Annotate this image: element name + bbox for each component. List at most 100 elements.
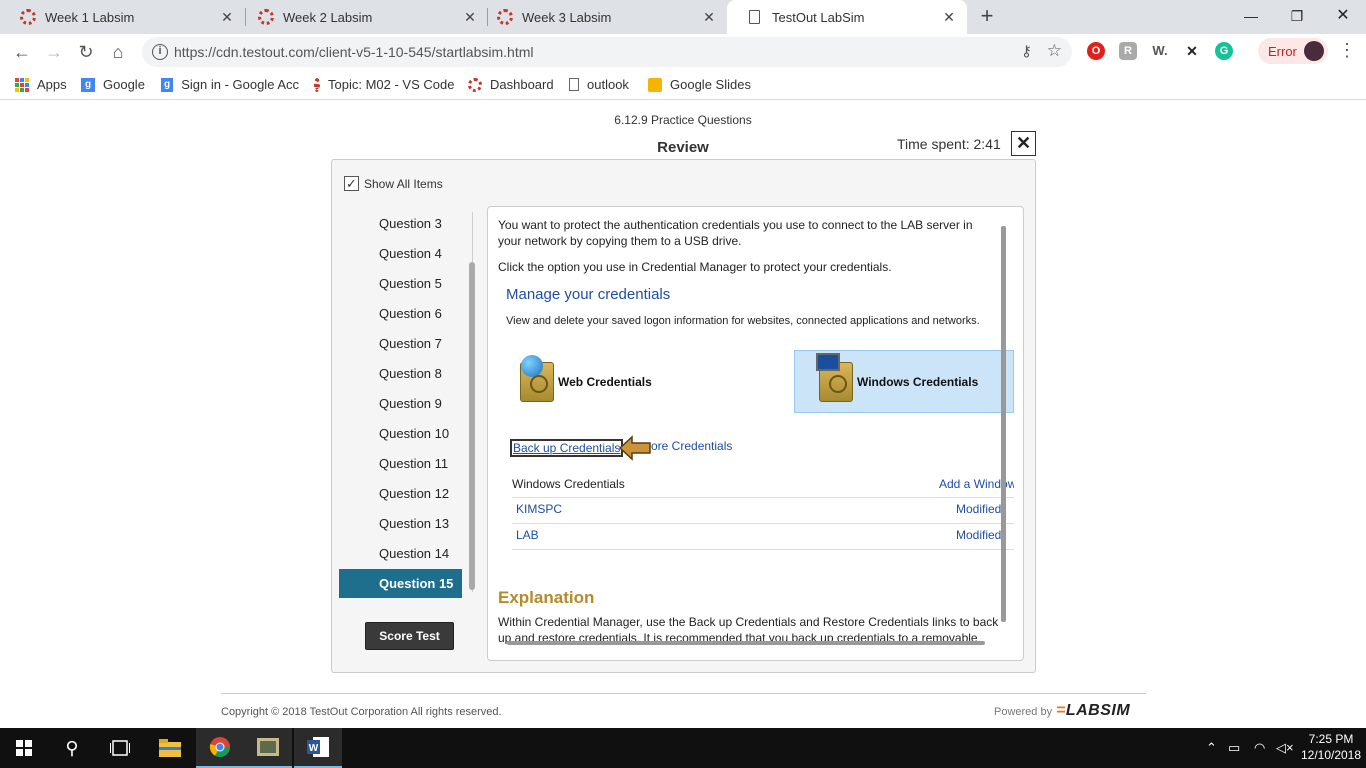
labsim-favicon-icon	[314, 77, 320, 92]
explanation-heading: Explanation	[498, 588, 595, 607]
svg-text:W: W	[309, 743, 319, 754]
address-bar[interactable]: i https://cdn.testout.com/client-v5-1-10…	[142, 37, 1072, 67]
close-tab-icon[interactable]: ✕	[219, 9, 235, 25]
chrome-taskbar-icon[interactable]	[196, 728, 244, 768]
extension-icon[interactable]: ✕	[1183, 42, 1201, 60]
question-item[interactable]: Question 14	[339, 539, 462, 569]
grammarly-extension-icon[interactable]: G	[1215, 42, 1233, 60]
credential-name: LAB	[516, 528, 539, 542]
bookmark-outlook[interactable]: outlook	[569, 77, 629, 92]
bookmark-topic-m02[interactable]: Topic: M02 - VS Code	[314, 77, 454, 92]
new-tab-button[interactable]: +	[976, 5, 998, 28]
labsim-logo-mark-icon: =	[1056, 702, 1066, 719]
content-horizontal-scrollbar[interactable]	[507, 641, 985, 645]
bookmark-google[interactable]: g Google	[81, 77, 145, 92]
question-item[interactable]: Question 8	[339, 359, 462, 389]
key-icon[interactable]: ⚷	[1021, 42, 1032, 60]
labsim-favicon-icon	[20, 9, 36, 25]
word-taskbar-icon[interactable]: W	[294, 728, 342, 768]
score-test-button[interactable]: Score Test	[365, 622, 454, 650]
bookmark-label: Google	[103, 77, 145, 92]
extension-icon[interactable]: R	[1119, 42, 1137, 60]
tab-testout-labsim[interactable]: TestOut LabSim ✕	[727, 0, 967, 34]
menu-icon[interactable]: ⋮	[1338, 40, 1356, 61]
wikiwand-extension-icon[interactable]: W.	[1151, 42, 1169, 60]
close-tab-icon[interactable]: ✕	[462, 9, 478, 25]
show-all-checkbox[interactable]: ✓	[344, 176, 359, 191]
error-label: Error	[1268, 44, 1297, 59]
start-button[interactable]	[0, 728, 48, 768]
search-icon[interactable]: ⚲	[48, 728, 96, 768]
windows-credentials-header: Windows Credentials Add a Windows creden…	[512, 477, 1014, 498]
close-review-button[interactable]: ✕	[1011, 131, 1036, 156]
windows-credentials-tile[interactable]: Windows Credentials	[794, 350, 1014, 413]
bookmark-label: Google Slides	[670, 77, 751, 92]
close-window-button[interactable]: ✕	[1320, 4, 1366, 28]
credential-name: KIMSPC	[516, 502, 563, 516]
home-button[interactable]: ⌂	[106, 40, 130, 64]
back-up-credentials-link[interactable]: Back up Credentials	[510, 439, 624, 457]
question-item[interactable]: Question 13	[339, 509, 462, 539]
pointer-arrow-icon	[618, 435, 651, 461]
question-item[interactable]: Question 9	[339, 389, 462, 419]
volume-muted-icon[interactable]: ◁×	[1276, 740, 1294, 756]
page-subtitle: 6.12.9 Practice Questions	[614, 113, 752, 127]
credential-row[interactable]: LAB Modified	[512, 528, 1014, 550]
tab-week2[interactable]: Week 2 Labsim ✕	[238, 0, 488, 34]
question-item[interactable]: Question 4	[339, 239, 462, 269]
taskbar-clock[interactable]: 7:25 PM 12/10/2018	[1300, 731, 1362, 763]
tab-title: Week 1 Labsim	[45, 9, 135, 25]
question-item[interactable]: Question 3	[339, 209, 462, 239]
question-item[interactable]: Question 10	[339, 419, 462, 449]
question-item[interactable]: Question 6	[339, 299, 462, 329]
profile-error-button[interactable]: Error	[1258, 38, 1328, 64]
url-text[interactable]: https://cdn.testout.com/client-v5-1-10-5…	[174, 44, 533, 60]
app-taskbar-icon[interactable]	[244, 728, 292, 768]
bookmark-apps[interactable]: Apps	[15, 77, 67, 92]
wifi-icon[interactable]: ◠	[1254, 740, 1265, 756]
back-button[interactable]: ←	[10, 40, 34, 64]
file-explorer-icon[interactable]	[146, 728, 194, 768]
show-hidden-icons[interactable]: ⌃	[1206, 740, 1217, 756]
google-icon: g	[161, 77, 174, 92]
credential-row[interactable]: KIMSPC Modified	[512, 502, 1014, 524]
bookmark-label: outlook	[587, 77, 629, 92]
document-favicon-icon	[749, 10, 760, 24]
bookmark-star-icon[interactable]: ☆	[1047, 41, 1062, 61]
minimize-button[interactable]: —	[1228, 4, 1274, 28]
question-list: Question 3 Question 4 Question 5 Questio…	[339, 209, 462, 598]
close-tab-icon[interactable]: ✕	[701, 9, 717, 25]
site-info-icon[interactable]: i	[152, 44, 168, 60]
task-view-icon[interactable]	[96, 728, 144, 768]
question-list-scrollbar[interactable]	[469, 262, 475, 590]
tab-week3[interactable]: Week 3 Labsim ✕	[477, 0, 727, 34]
restore-button[interactable]: ❐	[1274, 4, 1320, 28]
opera-extension-icon[interactable]: O	[1087, 42, 1105, 60]
bookmark-sign-in-google[interactable]: g Sign in - Google Acc	[161, 77, 299, 92]
bookmark-google-slides[interactable]: Google Slides	[648, 77, 751, 92]
question-prompt: You want to protect the authentication c…	[498, 218, 973, 248]
close-tab-icon[interactable]: ✕	[941, 9, 957, 25]
battery-icon[interactable]: ▭	[1228, 740, 1240, 756]
question-item[interactable]: Question 12	[339, 479, 462, 509]
question-item[interactable]: Question 7	[339, 329, 462, 359]
question-item-active[interactable]: Question 15	[339, 569, 462, 598]
question-item[interactable]: Question 11	[339, 449, 462, 479]
web-credentials-tile[interactable]: Web Credentials	[516, 350, 716, 413]
labsim-favicon-icon	[468, 77, 482, 92]
tab-title: Week 3 Labsim	[522, 9, 612, 25]
forward-button[interactable]: →	[42, 40, 66, 64]
windows-taskbar: ⚲ W ⌃ ▭ ◠ ◁×	[0, 728, 1366, 768]
bookmark-label: Sign in - Google Acc	[181, 77, 299, 92]
show-all-items[interactable]: ✓ Show All Items	[344, 176, 443, 191]
powered-by: Powered by	[994, 706, 1053, 718]
slides-icon	[648, 77, 662, 92]
content-vertical-scrollbar[interactable]	[1001, 226, 1006, 622]
bookmark-dashboard[interactable]: Dashboard	[468, 77, 554, 92]
tab-week1[interactable]: Week 1 Labsim ✕	[0, 0, 245, 34]
apps-grid-icon	[15, 77, 29, 92]
question-item[interactable]: Question 5	[339, 269, 462, 299]
reload-button[interactable]: ↻	[74, 40, 98, 64]
restore-credentials-link[interactable]: ore Credentials	[651, 439, 732, 453]
labsim-favicon-icon	[497, 9, 513, 25]
